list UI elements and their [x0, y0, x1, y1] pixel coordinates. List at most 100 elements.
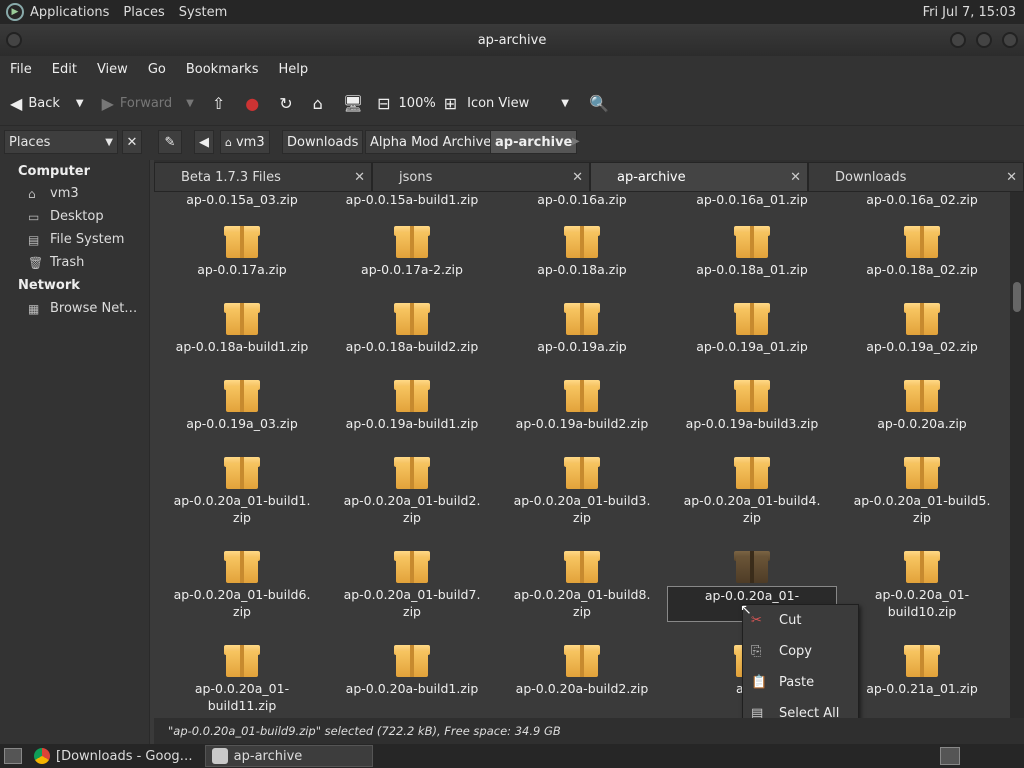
menu-item-copy[interactable]: ⎘ Copy: [751, 644, 812, 659]
file-item[interactable]: ap-0.0.17a-2.zip: [327, 222, 497, 278]
file-item[interactable]: ap-0.0.19a-build1.zip: [327, 376, 497, 432]
maximize-button[interactable]: [976, 32, 992, 48]
sidebar-item-trash[interactable]: 🗑 Trash: [28, 255, 84, 270]
view-mode-label: Icon View: [467, 96, 530, 111]
clock[interactable]: Fri Jul 7, 15:03: [923, 5, 1016, 20]
file-item[interactable]: ap-0.0.19a_02.zip: [837, 299, 1007, 355]
file-item[interactable]: ap-0.0.20a_01-build4. zip: [667, 453, 837, 526]
file-item[interactable]: ap-0.0.15a_03.zip: [157, 192, 327, 208]
home-button[interactable]: ⌂: [313, 94, 329, 113]
view-mode-select[interactable]: Icon View ▼: [467, 96, 569, 111]
menu-help[interactable]: Help: [278, 62, 308, 77]
close-sidebar-button[interactable]: ✕: [122, 130, 142, 154]
forward-history-dropdown-icon[interactable]: ▼: [186, 98, 194, 109]
close-button[interactable]: [1002, 32, 1018, 48]
reload-button[interactable]: ↻: [279, 94, 298, 113]
file-item[interactable]: ap-0.0.19a.zip: [497, 299, 667, 355]
file-item[interactable]: ap-0.0.20a_01-build7. zip: [327, 547, 497, 620]
crumb-downloads[interactable]: Downloads: [282, 130, 364, 154]
sidebar-item-desktop[interactable]: ▭ Desktop: [28, 209, 104, 224]
file-item[interactable]: ap-0.0.16a_01.zip: [667, 192, 837, 208]
minimize-button[interactable]: [950, 32, 966, 48]
file-name: ap-0.0.20a_01-build7. zip: [343, 587, 481, 619]
sidebar-item-label: vm3: [50, 186, 79, 201]
back-history-dropdown-icon[interactable]: ▼: [76, 98, 84, 109]
tab-ap-archive[interactable]: ap-archive ✕: [590, 162, 808, 192]
menu-bookmarks[interactable]: Bookmarks: [186, 62, 259, 77]
window-titlebar[interactable]: ap-archive: [0, 24, 1024, 56]
distro-logo-icon[interactable]: ▶: [6, 3, 24, 21]
taskbar-item-browser[interactable]: [Downloads - Goog…: [28, 745, 199, 767]
vertical-scrollbar[interactable]: [1010, 192, 1024, 718]
menu-item-paste[interactable]: 📋 Paste: [751, 675, 814, 690]
file-item[interactable]: ap-0.0.18a_01.zip: [667, 222, 837, 278]
file-icon-view[interactable]: ap-0.0.15a_03.zip ap-0.0.15a-build1.zip ap…: [154, 192, 1010, 718]
zoom-in-button[interactable]: ⊞: [444, 94, 463, 113]
sidebar-item-vm3[interactable]: ⌂ vm3: [28, 186, 79, 201]
up-button[interactable]: ⇧: [212, 94, 231, 113]
file-item[interactable]: ap-0.0.20a-build2.zip: [497, 641, 667, 697]
file-item[interactable]: ap-0.0.20a_01- build10.zip: [837, 547, 1007, 620]
file-item[interactable]: ap-0.0.16a_02.zip: [837, 192, 1007, 208]
search-button[interactable]: 🔍: [589, 94, 615, 113]
crumb-alpha-mod-archive[interactable]: Alpha Mod Archive: [365, 130, 497, 154]
close-tab-icon[interactable]: ✕: [572, 170, 583, 185]
file-item[interactable]: ap-0.0.16a.zip: [497, 192, 667, 208]
close-tab-icon[interactable]: ✕: [354, 170, 365, 185]
stop-button[interactable]: ●: [245, 94, 265, 113]
scrollbar-thumb[interactable]: [1013, 282, 1021, 312]
file-item[interactable]: ap-0.0.20a-build1.zip: [327, 641, 497, 697]
file-item[interactable]: ap-0.0.19a-build2.zip: [497, 376, 667, 432]
menu-file[interactable]: File: [10, 62, 32, 77]
menu-view[interactable]: View: [97, 62, 128, 77]
zip-archive-icon: [904, 547, 940, 583]
crumb-vm3[interactable]: ⌂ vm3: [220, 130, 270, 154]
file-item[interactable]: ap-0.0.15a-build1.zip: [327, 192, 497, 208]
file-item[interactable]: ap-0.0.17a.zip: [157, 222, 327, 278]
file-item[interactable]: ap-0.0.20a_01-build6. zip: [157, 547, 327, 620]
zoom-in-icon: ⊞: [443, 94, 458, 113]
toggle-location-entry-button[interactable]: ✎: [158, 130, 182, 154]
crumb-scroll-left-button[interactable]: ◀: [194, 130, 214, 154]
file-item[interactable]: ap-0.0.20a_01-build8. zip: [497, 547, 667, 620]
window-menu-icon[interactable]: [6, 32, 22, 48]
tab-jsons[interactable]: jsons ✕: [372, 162, 590, 192]
sidebar-selector[interactable]: Places ▼: [4, 130, 118, 154]
crumb-scroll-right-icon[interactable]: ▶: [572, 136, 580, 147]
close-tab-icon[interactable]: ✕: [1006, 170, 1017, 185]
file-item[interactable]: ap-0.0.19a_01.zip: [667, 299, 837, 355]
tab-downloads[interactable]: Downloads ✕: [808, 162, 1024, 192]
tab-beta-files[interactable]: Beta 1.7.3 Files ✕: [154, 162, 372, 192]
file-item[interactable]: ap-0.0.20a_01- build11.zip: [157, 641, 327, 714]
sidebar-item-file-system[interactable]: ▤ File System: [28, 232, 124, 247]
file-item[interactable]: ap-0.0.19a_03.zip: [157, 376, 327, 432]
taskbar-item-ap-archive[interactable]: ap-archive: [204, 745, 373, 767]
places-menu[interactable]: Places: [123, 5, 164, 20]
menu-go[interactable]: Go: [148, 62, 166, 77]
file-item[interactable]: ap-0.0.19a-build3.zip: [667, 376, 837, 432]
file-item[interactable]: ap-0.0.20a_01-build1. zip: [157, 453, 327, 526]
zoom-out-button[interactable]: ⊟: [377, 94, 396, 113]
file-item[interactable]: ap-0.0.21a_01.zip: [837, 641, 1007, 697]
file-item[interactable]: ap-0.0.20a_01-build3. zip: [497, 453, 667, 526]
menu-edit[interactable]: Edit: [52, 62, 77, 77]
file-item[interactable]: ap-0.0.20a_01-build5. zip: [837, 453, 1007, 526]
back-button[interactable]: ◀ Back ▼: [10, 94, 84, 113]
system-menu[interactable]: System: [179, 5, 227, 20]
file-item[interactable]: ap-0.0.18a_02.zip: [837, 222, 1007, 278]
applications-menu[interactable]: Applications: [30, 5, 109, 20]
menu-item-cut[interactable]: ✂ Cut: [751, 613, 801, 628]
file-item[interactable]: ap-0.0.20a_01-build2. zip: [327, 453, 497, 526]
file-item[interactable]: ap-0.0.18a-build1.zip: [157, 299, 327, 355]
computer-button[interactable]: 🖥: [343, 94, 369, 113]
crumb-ap-archive[interactable]: ap-archive: [490, 130, 578, 154]
file-item[interactable]: ap-0.0.20a.zip: [837, 376, 1007, 432]
show-desktop-icon[interactable]: [4, 748, 22, 764]
file-item[interactable]: ap-0.0.18a-build2.zip: [327, 299, 497, 355]
file-item[interactable]: ap-0.0.18a.zip: [497, 222, 667, 278]
sidebar-item-browse-network[interactable]: ▦ Browse Net…: [28, 301, 137, 316]
workspace-switcher[interactable]: [940, 747, 960, 765]
close-tab-icon[interactable]: ✕: [790, 170, 801, 185]
file-name: ap-0.0.20a_01- build10.zip: [874, 587, 970, 619]
forward-button[interactable]: ▶ Forward ▼: [102, 94, 194, 113]
